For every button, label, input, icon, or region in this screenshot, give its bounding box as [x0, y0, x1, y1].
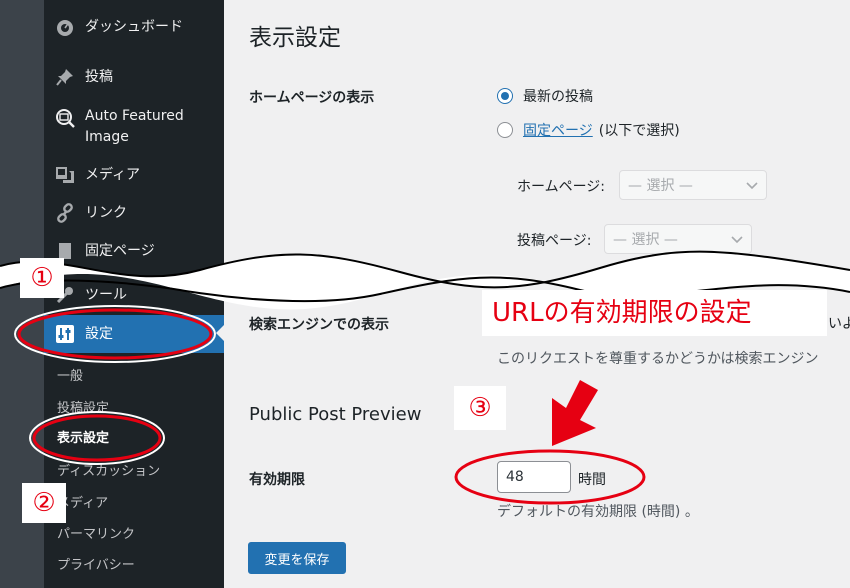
menu-item-pages[interactable]: 固定ページ	[44, 241, 224, 261]
menu-label-line2: Image	[85, 129, 129, 145]
menu-label: メディア	[85, 167, 141, 183]
submenu-writing[interactable]: 投稿設定	[57, 400, 109, 418]
menu-item-settings[interactable]: 設定	[44, 315, 224, 353]
settings-icon	[54, 324, 76, 344]
menu-label: 設定	[85, 326, 113, 342]
radio-latest-label: 最新の投稿	[523, 89, 593, 105]
expiry-description: デフォルトの有効期限 (時間) 。	[497, 504, 699, 520]
search-checkbox-text: いよ	[828, 316, 850, 332]
submenu-permalinks[interactable]: パーマリンク	[57, 526, 135, 544]
media-icon	[54, 165, 76, 185]
menu-label: リンク	[85, 205, 127, 221]
radio-unchecked-icon[interactable]	[497, 122, 513, 138]
url-expiry-callout: URLの有効期限の設定	[482, 290, 827, 336]
menu-label: 固定ページ	[85, 243, 155, 259]
expiry-label: 有効期限	[249, 472, 305, 488]
public-post-preview-heading: Public Post Preview	[249, 404, 422, 425]
menu-label: ツール	[85, 287, 127, 303]
save-changes-button[interactable]: 変更を保存	[248, 542, 346, 574]
menu-label: ダッシュボード	[85, 19, 183, 35]
select-placeholder: — 選択 —	[613, 232, 678, 248]
chevron-down-icon	[746, 176, 758, 197]
radio-static-page[interactable]: 固定ページ (以下で選択)	[497, 120, 680, 140]
current-menu-pointer	[216, 324, 225, 342]
chevron-down-icon	[731, 230, 743, 251]
submenu-reading[interactable]: 表示設定	[57, 430, 109, 448]
submenu-privacy[interactable]: プライバシー	[57, 557, 135, 575]
submenu-general[interactable]: 一般	[57, 368, 83, 386]
marker-1: ①	[20, 258, 64, 298]
marker-3: ③	[454, 386, 506, 430]
link-icon	[54, 203, 76, 223]
submenu-discussion[interactable]: ディスカッション	[57, 463, 160, 481]
menu-label: 投稿	[85, 69, 113, 85]
expiry-input[interactable]	[497, 461, 571, 493]
menu-item-media[interactable]: メディア	[44, 165, 224, 185]
radio-checked-icon[interactable]	[497, 88, 513, 104]
pin-icon	[54, 67, 76, 87]
menu-item-links[interactable]: リンク	[44, 203, 224, 223]
homepage-select-label: ホームページ:	[517, 179, 606, 195]
static-page-link[interactable]: 固定ページ	[523, 120, 593, 140]
admin-sidebar: ダッシュボード 投稿 Auto Featured Image メディア リンク …	[44, 0, 224, 588]
posts-page-select[interactable]: — 選択 —	[604, 224, 752, 254]
expiry-unit: 時間	[578, 472, 606, 488]
search-engine-label: 検索エンジンでの表示	[249, 317, 389, 333]
menu-label-line1: Auto Featured	[85, 108, 184, 124]
menu-item-posts[interactable]: 投稿	[44, 67, 224, 87]
dashboard-icon	[54, 17, 76, 37]
search-description: このリクエストを尊重するかどうかは検索エンジン	[497, 351, 819, 367]
posts-page-select-label: 投稿ページ:	[517, 233, 592, 249]
homepage-select[interactable]: — 選択 —	[619, 170, 767, 200]
marker-2: ②	[22, 483, 66, 523]
menu-item-dashboard[interactable]: ダッシュボード	[44, 17, 224, 37]
select-placeholder: — 選択 —	[628, 178, 693, 194]
menu-item-auto-featured-image[interactable]: Auto Featured Image	[44, 106, 224, 148]
static-page-suffix: (以下で選択)	[598, 123, 680, 139]
arrow-down-icon	[552, 380, 598, 446]
image-search-icon	[54, 108, 76, 128]
menu-item-tools[interactable]: ツール	[44, 285, 224, 305]
homepage-display-label: ホームページの表示	[249, 90, 375, 106]
page-title: 表示設定	[249, 25, 341, 51]
radio-latest-posts[interactable]: 最新の投稿	[497, 86, 593, 106]
